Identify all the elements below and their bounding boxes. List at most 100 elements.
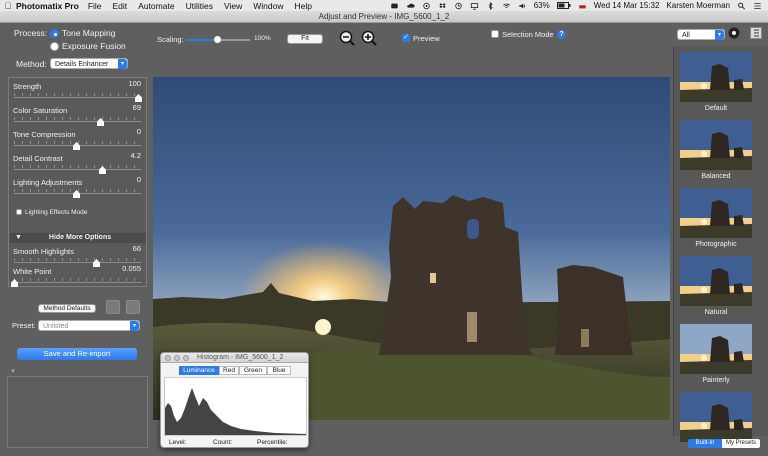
menu-help[interactable]: Help — [294, 1, 311, 11]
process-label: Process: — [14, 28, 48, 38]
histogram-window: Histogram - IMG_5600_1_2 Luminance Red G… — [160, 352, 309, 448]
preset-select[interactable]: Unlisted ▾ — [38, 320, 140, 331]
tab-green[interactable]: Green — [239, 366, 267, 375]
fit-button[interactable]: Fit — [287, 34, 323, 44]
wifi-icon[interactable] — [502, 2, 511, 10]
slider-track[interactable] — [14, 169, 142, 170]
preset-thumbnail[interactable] — [680, 324, 752, 374]
tab-red[interactable]: Red — [219, 366, 239, 375]
preset-label: Painterly — [702, 377, 730, 384]
cloud-icon[interactable] — [406, 2, 415, 10]
status-app-icon[interactable] — [390, 2, 399, 10]
slider-label: Lighting Adjustments — [13, 178, 83, 187]
my-presets-tab[interactable]: My Presets — [722, 439, 760, 448]
slider-ticks — [14, 258, 142, 261]
exposure-fusion-label[interactable]: Exposure Fusion — [62, 41, 126, 51]
volume-icon[interactable] — [518, 2, 527, 10]
close-button[interactable] — [165, 355, 171, 361]
apple-menu-icon[interactable]:  — [0, 1, 16, 11]
menu-automate[interactable]: Automate — [138, 1, 174, 11]
method-select[interactable]: Details Enhancer ▾ — [50, 58, 128, 69]
slider-white-point[interactable]: White Point 0.055 — [11, 264, 145, 289]
save-and-reimport-button[interactable]: Save and Re-import — [17, 348, 137, 360]
menu-utilities[interactable]: Utilities — [186, 1, 213, 11]
preset-thumbnails-panel: Default Balanced Photographic Natural Painte… — [673, 46, 768, 448]
selection-mode-checkbox[interactable] — [491, 30, 499, 38]
preset-thumbnail[interactable] — [680, 120, 752, 170]
preset-thumbnail[interactable] — [680, 188, 752, 238]
battery-percent: 63% — [533, 1, 550, 10]
clock[interactable]: Wed 14 Mar 15:32 — [594, 1, 660, 10]
tab-blue[interactable]: Blue — [267, 366, 291, 375]
preset-thumbnail[interactable] — [680, 256, 752, 306]
slider-track[interactable] — [14, 97, 142, 98]
triangle-down-icon[interactable]: ▼ — [10, 369, 16, 375]
slider-track[interactable] — [14, 282, 142, 283]
preset-filter-select[interactable]: All ▾ — [677, 29, 725, 40]
user-name[interactable]: Karsten Moerman — [666, 1, 730, 10]
menu-file[interactable]: File — [88, 1, 102, 11]
redo-icon[interactable] — [126, 300, 140, 314]
notification-center-icon[interactable] — [753, 2, 762, 10]
slider-ticks — [14, 165, 142, 168]
minimize-button[interactable] — [174, 355, 180, 361]
list-view-icon[interactable] — [750, 27, 762, 39]
menu-view[interactable]: View — [224, 1, 242, 11]
dropbox-icon[interactable] — [438, 2, 447, 10]
preview-checkbox[interactable]: ✓ — [402, 34, 410, 42]
tone-mapping-radio[interactable] — [50, 29, 59, 38]
lighting-effects-label[interactable]: Lighting Effects Mode — [25, 209, 87, 216]
menu-edit[interactable]: Edit — [113, 1, 128, 11]
adjustments-panel: Strength 100 Color Saturation 69 Tone Compre… — [8, 77, 147, 287]
preset-thumbnail[interactable] — [680, 392, 752, 442]
slider-value: 0 — [136, 127, 141, 136]
zoom-in-icon[interactable] — [361, 30, 377, 46]
bluetooth-icon[interactable] — [486, 1, 495, 10]
lighting-effects-checkbox[interactable] — [16, 209, 22, 215]
slider-value: 69 — [132, 103, 141, 112]
battery-icon[interactable] — [556, 2, 571, 9]
airplay-icon[interactable] — [422, 2, 431, 10]
percentile-label: Percentile: — [257, 439, 288, 446]
slider-label: Color Saturation — [13, 106, 68, 115]
zoom-button[interactable] — [183, 355, 189, 361]
slider-track[interactable] — [14, 262, 142, 263]
screen-icon[interactable] — [470, 2, 479, 10]
hide-more-options-toggle[interactable]: ▼ Hide More Options — [10, 233, 146, 243]
method-label: Method: — [16, 59, 47, 69]
preset-filter-value: All — [682, 32, 690, 39]
flag-icon[interactable] — [578, 2, 587, 10]
slider-lighting-adjustments[interactable]: Lighting Adjustments 0 — [13, 175, 145, 200]
spotlight-icon[interactable] — [737, 2, 746, 10]
slider-track[interactable] — [14, 121, 142, 122]
built-in-tab[interactable]: Built-In — [688, 439, 722, 448]
exposure-fusion-radio[interactable] — [50, 42, 59, 51]
menu-window[interactable]: Window — [253, 1, 283, 11]
info-panel — [7, 376, 148, 448]
slider-value: 4.2 — [130, 151, 141, 160]
preset-thumbnail[interactable] — [680, 52, 752, 102]
preset-label: Photographic — [695, 241, 737, 248]
timemachine-icon[interactable] — [454, 2, 463, 10]
help-icon[interactable]: ? — [557, 30, 566, 39]
histogram-graph — [164, 377, 307, 436]
slider-detail-contrast[interactable]: Detail Contrast 4.2 — [13, 151, 145, 176]
undo-icon[interactable] — [106, 300, 120, 314]
method-value: Details Enhancer — [55, 61, 109, 68]
slider-tone-compression[interactable]: Tone Compression 0 — [13, 127, 145, 152]
app-menu[interactable]: Photomatix Pro — [16, 1, 79, 11]
slider-ticks — [14, 93, 142, 96]
tone-mapping-label[interactable]: Tone Mapping — [62, 28, 115, 38]
tab-luminance[interactable]: Luminance — [179, 366, 219, 375]
window-title: Adjust and Preview - IMG_5600_1_2 — [318, 12, 450, 21]
slider-label: Smooth Highlights — [13, 247, 74, 256]
slider-strength[interactable]: Strength 100 — [13, 79, 145, 104]
method-defaults-button[interactable]: Method Defaults — [38, 304, 96, 313]
hide-more-options-label: Hide More Options — [48, 234, 112, 241]
slider-color-saturation[interactable]: Color Saturation 69 — [13, 103, 145, 128]
scaling-slider-knob[interactable] — [214, 36, 221, 43]
preview-label[interactable]: Preview — [413, 34, 440, 43]
zoom-out-icon[interactable] — [339, 30, 355, 46]
settings-icon[interactable] — [728, 27, 740, 39]
selection-mode-label[interactable]: Selection Mode — [502, 30, 554, 39]
